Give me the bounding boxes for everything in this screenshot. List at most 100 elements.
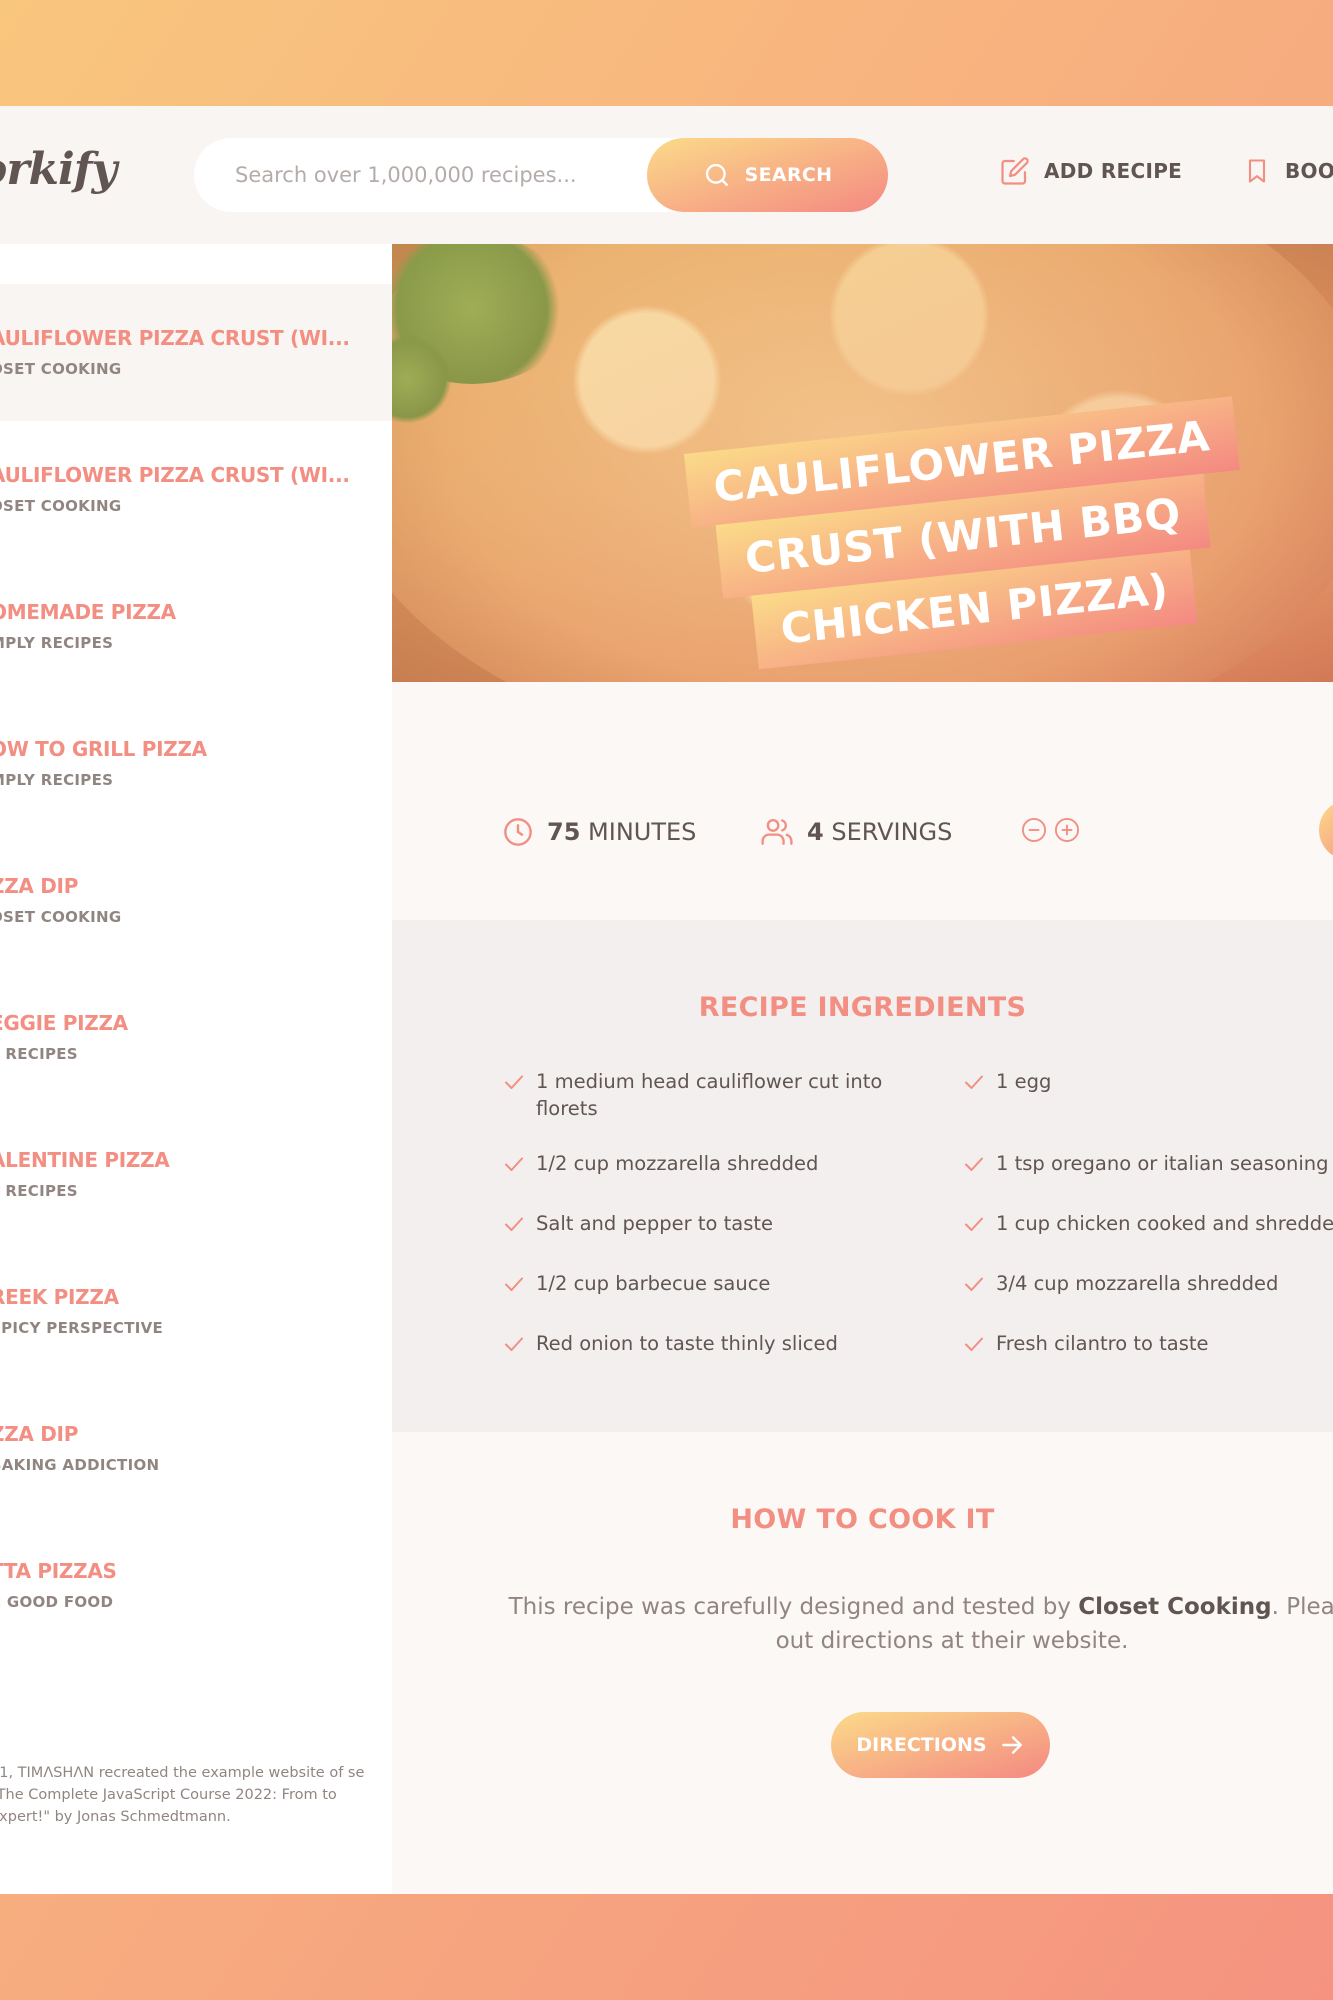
ingredient-text: 1 tsp oregano or italian seasoning b [996, 1152, 1333, 1175]
header: orkify SEARCH ADD RECIPE BOO [0, 106, 1333, 244]
result-publisher: MPLY RECIPES [0, 634, 114, 652]
search-form: SEARCH [194, 138, 888, 212]
ingredient-item: Red onion to taste thinly sliced [502, 1330, 922, 1357]
result-item[interactable]: ZZA DIP BAKING ADDICTION [0, 1380, 392, 1517]
search-button[interactable]: SEARCH [647, 138, 888, 212]
recipe-title: CAULIFLOWER PIZZA CRUST (WITH BBQ CHICKE… [684, 396, 1240, 675]
check-icon [505, 1277, 523, 1291]
ingredient-item: 1/2 cup mozzarella shredded [502, 1150, 922, 1177]
result-item[interactable]: OW TO GRILL PIZZA MPLY RECIPES [0, 695, 392, 832]
ingredient-item: 1/2 cup barbecue sauce [502, 1270, 922, 1297]
ingredient-text: 1/2 cup mozzarella shredded [536, 1152, 819, 1175]
ingredients-heading: RECIPE INGREDIENTS [698, 992, 1027, 1023]
bookmark-icon [1248, 159, 1266, 183]
minutes-label: MINUTES [588, 818, 697, 846]
result-title: AULIFLOWER PIZZA CRUST (WI... [0, 463, 350, 487]
result-item[interactable]: REEK PIZZA SPICY PERSPECTIVE [0, 1243, 392, 1380]
users-icon [761, 819, 793, 845]
result-item[interactable]: TTA PIZZAS C GOOD FOOD [0, 1517, 392, 1654]
add-recipe-label: ADD RECIPE [1044, 159, 1183, 183]
recipe-details: 75 MINUTES 4 SERVINGS [392, 682, 1333, 920]
result-publisher: OSET COOKING [0, 360, 122, 378]
result-title: ZZA DIP [0, 874, 79, 898]
cooking-time: 75 MINUTES [502, 816, 696, 848]
result-item[interactable]: AULIFLOWER PIZZA CRUST (WI... OSET COOKI… [0, 421, 392, 558]
result-title: OMEMADE PIZZA [0, 600, 176, 624]
result-publisher: OSET COOKING [0, 497, 122, 515]
check-icon [505, 1157, 523, 1171]
directions-section: HOW TO COOK IT This recipe was carefully… [392, 1432, 1333, 1894]
bookmarks-button[interactable]: BOO [1243, 156, 1333, 186]
result-publisher: SPICY PERSPECTIVE [0, 1319, 164, 1337]
check-icon [965, 1217, 983, 1231]
result-title: OW TO GRILL PIZZA [0, 737, 207, 761]
directions-button[interactable]: DIRECTIONS [831, 1712, 1050, 1778]
search-button-label: SEARCH [744, 164, 833, 186]
minutes-value: 75 [547, 818, 581, 846]
decrease-servings-icon[interactable] [1020, 816, 1048, 844]
result-item[interactable]: EGGIE PIZZA L RECIPES [0, 969, 392, 1106]
ingredient-item: Salt and pepper to taste [502, 1210, 922, 1237]
result-publisher: OSET COOKING [0, 908, 122, 926]
servings-controls [1020, 816, 1081, 844]
edit-icon [1001, 157, 1029, 185]
ingredient-text: Fresh cilantro to taste [996, 1332, 1209, 1355]
ingredient-text: 1 medium head cauliflower cut into flore… [536, 1070, 883, 1120]
clock-icon [504, 818, 532, 846]
ingredient-text: 1/2 cup barbecue sauce [536, 1272, 771, 1295]
directions-text-pre: This recipe was carefully designed and t… [508, 1594, 1079, 1620]
result-publisher: C GOOD FOOD [0, 1593, 114, 1611]
search-icon [705, 163, 728, 187]
result-title: EGGIE PIZZA [0, 1011, 128, 1035]
servings: 4 SERVINGS [760, 816, 952, 848]
ingredient-text: 3/4 cup mozzarella shredded [996, 1272, 1279, 1295]
directions-publisher: Closet Cooking [1078, 1594, 1272, 1620]
servings-label: SERVINGS [831, 818, 953, 846]
check-icon [965, 1157, 983, 1171]
check-icon [505, 1075, 523, 1089]
result-publisher: L RECIPES [0, 1045, 78, 1063]
check-icon [965, 1337, 983, 1351]
result-publisher: BAKING ADDICTION [0, 1456, 160, 1474]
add-recipe-button[interactable]: ADD RECIPE [1000, 156, 1182, 186]
directions-heading: HOW TO COOK IT [730, 1504, 995, 1535]
ingredient-item: 3/4 cup mozzarella shredded [962, 1270, 1333, 1297]
result-item[interactable]: ZZA DIP OSET COOKING [0, 832, 392, 969]
app-container: orkify SEARCH ADD RECIPE BOO AULIFLOWER … [0, 106, 1333, 1894]
directions-button-label: DIRECTIONS [856, 1734, 987, 1756]
recipe-image: CAULIFLOWER PIZZA CRUST (WITH BBQ CHICKE… [392, 244, 1333, 682]
ingredient-item: Fresh cilantro to taste [962, 1330, 1333, 1357]
result-title: ZZA DIP [0, 1422, 79, 1446]
search-input[interactable] [235, 138, 635, 212]
ingredient-text: 1 egg [996, 1070, 1052, 1093]
result-publisher: MPLY RECIPES [0, 771, 114, 789]
recipe-view: CAULIFLOWER PIZZA CRUST (WITH BBQ CHICKE… [392, 244, 1333, 1894]
result-title: ALENTINE PIZZA [0, 1148, 170, 1172]
result-title: AULIFLOWER PIZZA CRUST (WI... [0, 326, 350, 350]
logo[interactable]: orkify [0, 144, 117, 195]
result-publisher: L RECIPES [0, 1182, 78, 1200]
arrow-right-icon [1001, 1736, 1022, 1754]
result-item[interactable]: AULIFLOWER PIZZA CRUST (WI... OSET COOKI… [0, 284, 392, 421]
check-icon [965, 1075, 983, 1089]
search-results: AULIFLOWER PIZZA CRUST (WI... OSET COOKI… [0, 244, 392, 1894]
servings-value: 4 [807, 818, 824, 846]
ingredient-text: 1 cup chicken cooked and shredded [996, 1212, 1333, 1235]
result-title: REEK PIZZA [0, 1285, 119, 1309]
ingredient-text: Red onion to taste thinly sliced [536, 1332, 838, 1355]
result-title: TTA PIZZAS [0, 1559, 117, 1583]
bookmarks-label: BOO [1285, 159, 1333, 183]
ingredient-item: 1 medium head cauliflower cut into flore… [502, 1068, 922, 1122]
ingredient-item: 1 egg [962, 1068, 1333, 1095]
check-icon [505, 1217, 523, 1231]
ingredient-text: Salt and pepper to taste [536, 1212, 773, 1235]
bookmark-recipe-button[interactable] [1319, 800, 1333, 860]
check-icon [965, 1277, 983, 1291]
directions-text: This recipe was carefully designed and t… [502, 1590, 1333, 1658]
check-icon [505, 1337, 523, 1351]
result-item[interactable]: OMEMADE PIZZA MPLY RECIPES [0, 558, 392, 695]
increase-servings-icon[interactable] [1053, 816, 1081, 844]
ingredients-section: RECIPE INGREDIENTS 1 medium head caulifl… [392, 920, 1333, 1432]
result-item[interactable]: ALENTINE PIZZA L RECIPES [0, 1106, 392, 1243]
copyright: 21, TIMΛSHΛN recreated the example websi… [0, 1765, 365, 1825]
